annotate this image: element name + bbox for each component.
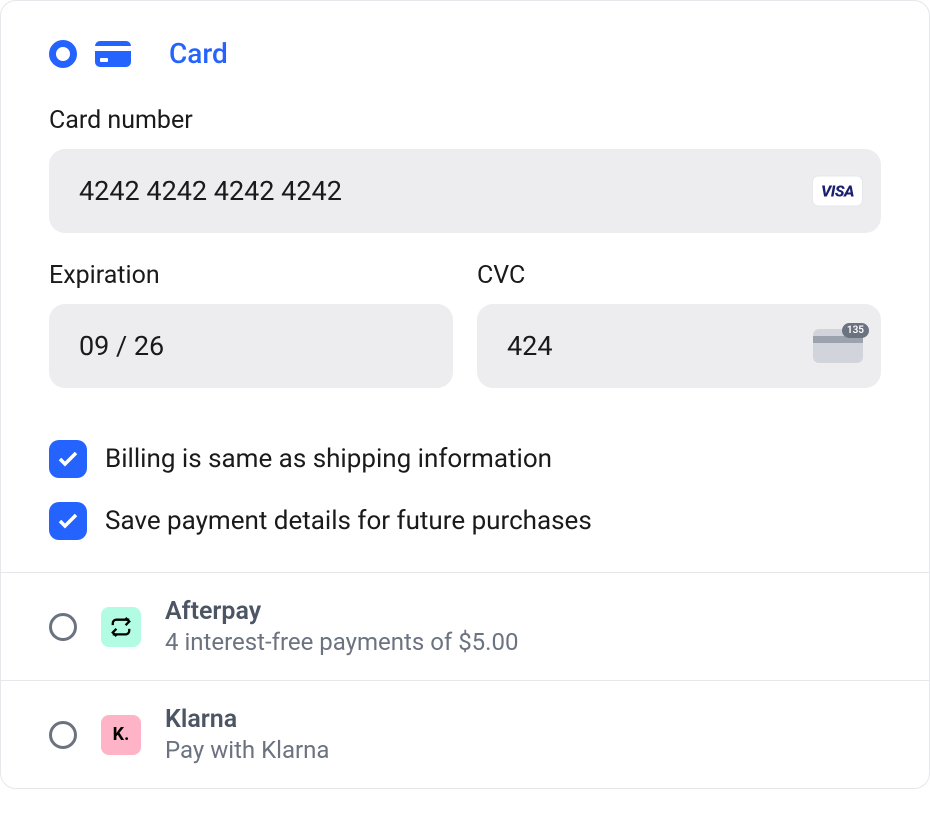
- credit-card-icon: [95, 41, 131, 67]
- cvc-hint-badge: 135: [842, 323, 869, 338]
- card-payment-section: Card Card number VISA Expiration CVC: [1, 1, 929, 572]
- klarna-desc: Pay with Klarna: [165, 736, 329, 764]
- cvc-card-icon: 135: [813, 329, 863, 363]
- card-number-label: Card number: [49, 106, 881, 135]
- radio-unselected-icon[interactable]: [49, 721, 77, 749]
- klarna-text: Klarna Pay with Klarna: [165, 705, 329, 764]
- card-option-header[interactable]: Card: [49, 37, 881, 70]
- billing-same-label: Billing is same as shipping information: [105, 444, 552, 474]
- billing-same-checkbox-row[interactable]: Billing is same as shipping information: [49, 440, 881, 478]
- klarna-icon: K.: [101, 715, 141, 755]
- afterpay-name: Afterpay: [165, 597, 518, 626]
- expiration-input[interactable]: [49, 304, 453, 388]
- radio-unselected-icon[interactable]: [49, 613, 77, 641]
- afterpay-text: Afterpay 4 interest-free payments of $5.…: [165, 597, 518, 656]
- save-payment-label: Save payment details for future purchase…: [105, 506, 592, 536]
- afterpay-icon: [101, 607, 141, 647]
- cvc-group: CVC 135: [477, 261, 881, 388]
- checkbox-checked-icon[interactable]: [49, 440, 87, 478]
- radio-selected-icon[interactable]: [49, 40, 77, 68]
- payment-form: Card Card number VISA Expiration CVC: [0, 0, 930, 789]
- expiration-wrapper: [49, 304, 453, 388]
- card-number-group: Card number VISA: [49, 106, 881, 233]
- afterpay-option[interactable]: Afterpay 4 interest-free payments of $5.…: [1, 572, 929, 680]
- klarna-name: Klarna: [165, 705, 329, 734]
- checkbox-checked-icon[interactable]: [49, 502, 87, 540]
- cvc-wrapper: 135: [477, 304, 881, 388]
- afterpay-desc: 4 interest-free payments of $5.00: [165, 628, 518, 656]
- cvc-label: CVC: [477, 261, 881, 290]
- klarna-option[interactable]: K. Klarna Pay with Klarna: [1, 680, 929, 788]
- save-payment-checkbox-row[interactable]: Save payment details for future purchase…: [49, 502, 881, 540]
- expiration-group: Expiration: [49, 261, 453, 388]
- expiration-label: Expiration: [49, 261, 453, 290]
- expiration-cvc-row: Expiration CVC 135: [49, 261, 881, 416]
- card-number-wrapper: VISA: [49, 149, 881, 233]
- card-number-input[interactable]: [49, 149, 881, 233]
- card-option-label: Card: [169, 37, 228, 70]
- visa-badge-icon: VISA: [812, 176, 863, 207]
